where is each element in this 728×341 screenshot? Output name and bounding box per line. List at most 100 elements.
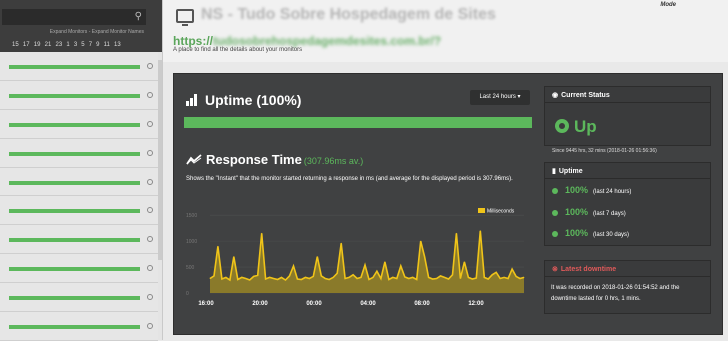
data-point[interactable]	[420, 240, 422, 242]
search-input[interactable]: ⚲	[2, 9, 146, 25]
data-point[interactable]	[305, 277, 306, 278]
response-chart[interactable]: 1500 1000 500 0 16:00 20:00 00:00 04:00 08:00 12:…	[184, 202, 534, 310]
data-point[interactable]	[281, 277, 282, 278]
data-point[interactable]	[301, 279, 302, 280]
data-point[interactable]	[269, 277, 270, 278]
data-point[interactable]	[448, 278, 449, 280]
data-point[interactable]	[332, 277, 334, 278]
data-point[interactable]	[309, 278, 310, 279]
monitor-row[interactable]	[0, 254, 158, 284]
monitor-row[interactable]	[0, 109, 158, 139]
data-point[interactable]	[376, 270, 378, 272]
data-point[interactable]	[229, 279, 231, 281]
data-point[interactable]	[392, 277, 394, 278]
data-point[interactable]	[416, 279, 418, 280]
data-point[interactable]	[364, 264, 366, 266]
data-point[interactable]	[432, 278, 433, 280]
status-circle-icon	[147, 265, 153, 272]
data-point[interactable]	[253, 276, 255, 277]
data-point[interactable]	[396, 278, 398, 279]
data-point[interactable]	[456, 232, 457, 234]
search-icon[interactable]: ⚲	[135, 11, 142, 22]
current-status-widget: ◉ Current Status Up Since 9445 hrs, 32 mi…	[544, 86, 711, 154]
data-point[interactable]	[404, 276, 406, 278]
data-point[interactable]	[511, 268, 513, 270]
data-point[interactable]	[436, 278, 437, 279]
monitor-row[interactable]	[0, 196, 158, 226]
data-point[interactable]	[336, 272, 338, 274]
data-point[interactable]	[483, 277, 485, 278]
data-point[interactable]	[312, 276, 314, 277]
data-point[interactable]	[479, 230, 481, 232]
data-point[interactable]	[487, 278, 489, 280]
monitor-row[interactable]	[0, 138, 158, 168]
range-dropdown[interactable]: Last 24 hours ▾	[470, 90, 530, 105]
data-point[interactable]	[213, 275, 215, 277]
data-point[interactable]	[356, 278, 358, 279]
monitor-row[interactable]	[0, 80, 158, 110]
data-point[interactable]	[464, 261, 465, 263]
data-point[interactable]	[340, 242, 342, 244]
data-point[interactable]	[491, 274, 493, 276]
data-point[interactable]	[273, 278, 274, 279]
monitor-row[interactable]	[0, 312, 158, 341]
data-point[interactable]	[348, 277, 350, 278]
data-point[interactable]	[503, 277, 505, 278]
data-point[interactable]	[265, 278, 266, 280]
data-point[interactable]	[316, 256, 318, 258]
data-point[interactable]	[372, 277, 374, 278]
data-point[interactable]	[440, 275, 441, 277]
data-point[interactable]	[324, 278, 326, 279]
data-point[interactable]	[515, 276, 517, 277]
data-point[interactable]	[285, 279, 286, 281]
data-point[interactable]	[408, 278, 410, 279]
data-point[interactable]	[384, 261, 386, 263]
data-point[interactable]	[277, 279, 278, 280]
data-point[interactable]	[507, 278, 509, 279]
data-point[interactable]	[475, 277, 477, 279]
data-point[interactable]	[360, 277, 362, 278]
data-point[interactable]	[452, 274, 453, 276]
data-point[interactable]	[388, 279, 390, 280]
data-point[interactable]	[245, 278, 247, 279]
data-point[interactable]	[257, 275, 259, 276]
data-point[interactable]	[400, 265, 402, 267]
data-point[interactable]	[289, 275, 290, 277]
data-point[interactable]	[320, 275, 322, 277]
data-point[interactable]	[261, 232, 263, 234]
monitor-row[interactable]	[0, 52, 158, 81]
data-point[interactable]	[352, 274, 354, 276]
data-point[interactable]	[328, 279, 330, 280]
mode-toggle[interactable]: Mode	[660, 2, 676, 8]
data-point[interactable]	[293, 265, 294, 267]
data-point[interactable]	[249, 279, 251, 281]
data-point[interactable]	[519, 278, 521, 279]
monitor-url[interactable]: https://tudosobrehospedagemdesites.com.b…	[173, 34, 441, 48]
monitor-row[interactable]	[0, 283, 158, 313]
data-point[interactable]	[424, 256, 425, 258]
data-point[interactable]	[460, 278, 461, 279]
sidebar-scrollbar[interactable]	[158, 60, 162, 260]
data-point[interactable]	[523, 277, 525, 278]
data-point[interactable]	[233, 256, 235, 258]
monitor-row[interactable]	[0, 225, 158, 255]
data-point[interactable]	[495, 271, 497, 273]
data-point[interactable]	[209, 278, 211, 279]
data-point[interactable]	[237, 279, 239, 280]
data-point[interactable]	[471, 278, 473, 280]
data-point[interactable]	[468, 277, 469, 278]
data-point[interactable]	[344, 278, 346, 279]
expand-links[interactable]: Expand Monitors - Expand Monitor Names	[50, 29, 144, 35]
data-point[interactable]	[225, 277, 227, 278]
monitor-row[interactable]	[0, 167, 158, 197]
data-point[interactable]	[221, 278, 223, 280]
data-point[interactable]	[241, 277, 243, 278]
data-point[interactable]	[444, 277, 445, 278]
data-point[interactable]	[380, 278, 382, 279]
data-point[interactable]	[217, 245, 219, 247]
data-point[interactable]	[297, 278, 298, 280]
data-point[interactable]	[499, 278, 501, 279]
data-point[interactable]	[368, 279, 370, 280]
data-point[interactable]	[412, 277, 414, 278]
data-point[interactable]	[428, 277, 429, 278]
